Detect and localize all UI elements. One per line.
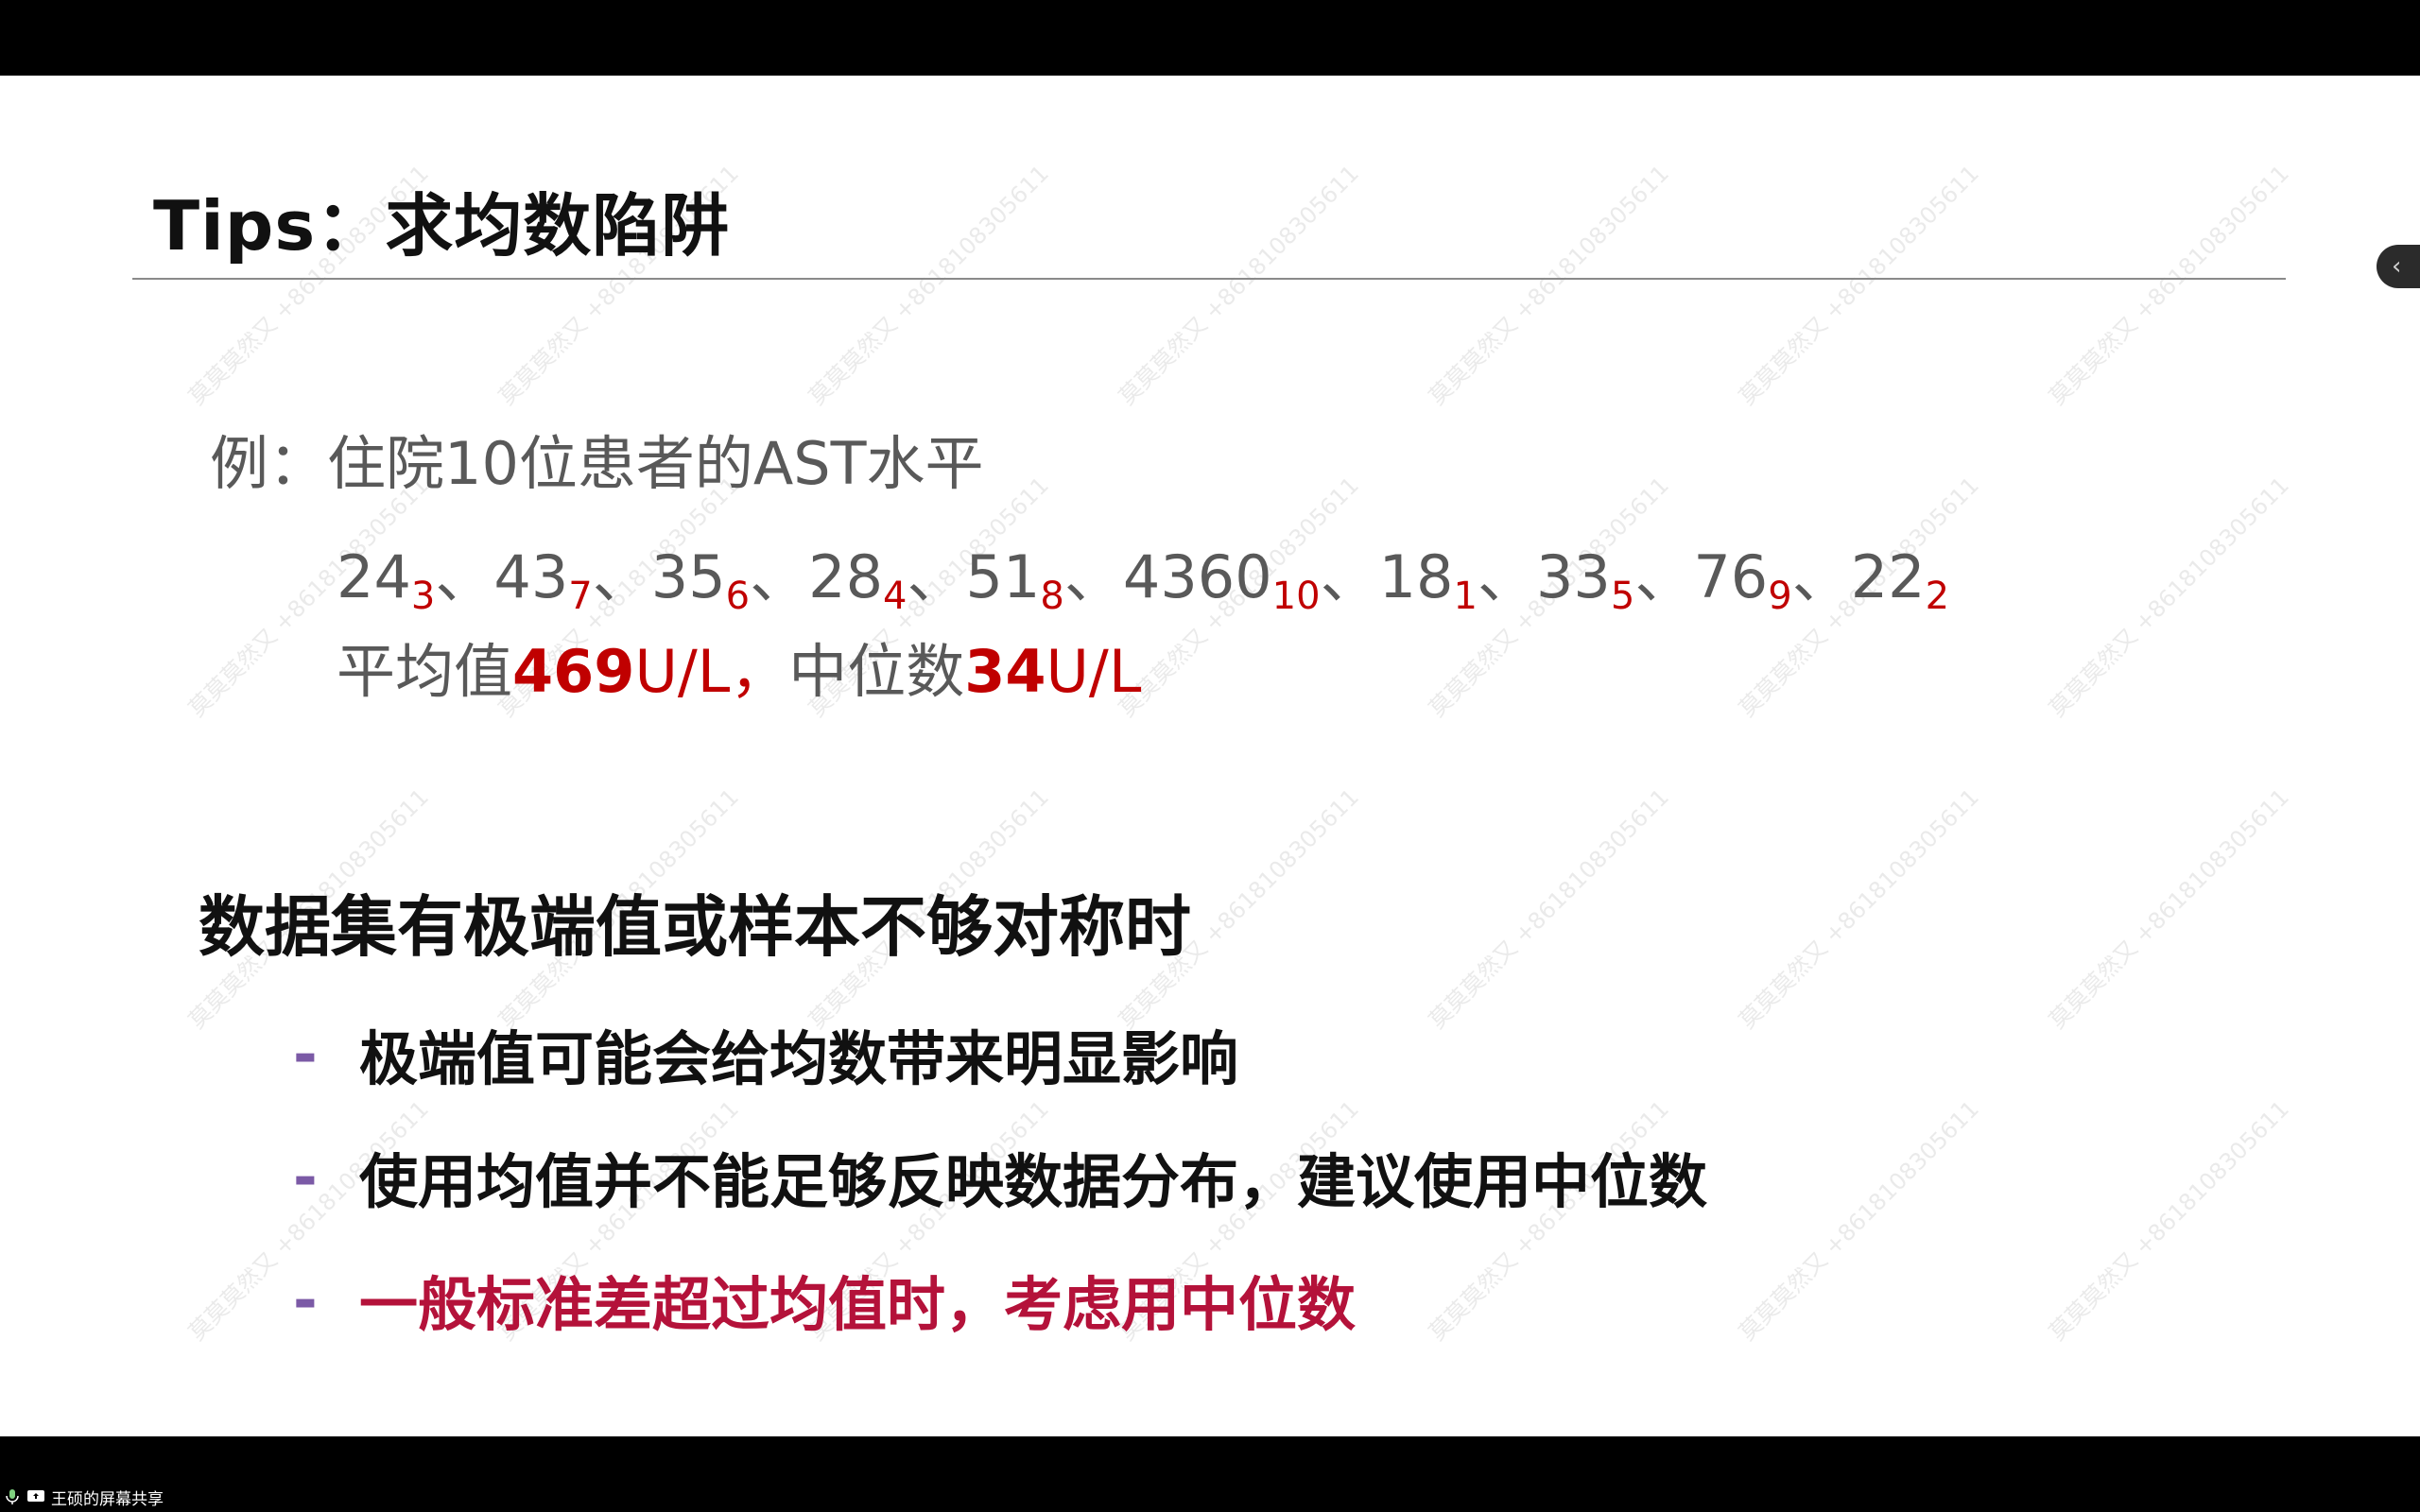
watermark-text: 莫莫莫然又 +8618108305611: [2044, 472, 2294, 723]
bullet-dash: -: [293, 1019, 318, 1089]
section-heading: 数据集有极端值或样本不够对称时: [199, 888, 1191, 966]
watermark-text: 莫莫莫然又 +8618108305611: [1114, 160, 1364, 411]
watermark-text: 莫莫莫然又 +8618108305611: [1734, 160, 1984, 411]
value-separator: 、: [750, 542, 809, 611]
screen-share-indicator[interactable]: 王硕的屏幕共享: [4, 1486, 164, 1509]
data-rank: 6: [725, 575, 751, 618]
data-rank: 1: [1453, 575, 1478, 618]
data-rank: 2: [1925, 575, 1950, 618]
bullet-dash: -: [293, 1142, 318, 1211]
data-value: 35: [650, 542, 726, 611]
screen-share-label: 王硕的屏幕共享: [51, 1489, 164, 1509]
screen-share-icon: [27, 1490, 44, 1502]
title-divider: [132, 278, 2286, 280]
watermark-text: 莫莫莫然又 +8618108305611: [804, 160, 1054, 411]
data-rank: 4: [883, 575, 908, 618]
value-separator: 、: [1063, 542, 1123, 611]
slide-title: Tips：求均数陷阱: [153, 186, 731, 266]
watermark-text: 莫莫莫然又 +8618108305611: [1734, 783, 1984, 1035]
data-rank: 3: [410, 575, 436, 618]
microphone-icon: [6, 1489, 19, 1504]
data-values-line: 243、437、356、284、518、436010、181、335、769、2…: [337, 529, 1949, 618]
value-separator: 、: [1791, 542, 1851, 611]
data-value: 24: [337, 542, 411, 611]
watermark-text: 莫莫莫然又 +8618108305611: [1424, 783, 1674, 1035]
bullet-item-highlight: - 一般标准差超过均值时，考虑用中位数: [293, 1257, 1356, 1342]
value-separator: 、: [435, 542, 494, 611]
data-value: 43: [493, 542, 569, 611]
median-label: 中位数: [788, 637, 965, 706]
value-separator: 、: [907, 542, 966, 611]
chevron-left-icon: ‹: [2392, 252, 2402, 281]
watermark-text: 莫莫莫然又 +8618108305611: [2044, 783, 2294, 1035]
data-value: 33: [1535, 542, 1611, 611]
data-rank: 8: [1040, 575, 1064, 618]
value-separator: 、: [592, 542, 651, 611]
watermark-text: 莫莫莫然又 +8618108305611: [2044, 1095, 2294, 1347]
bullet-dash: -: [293, 1264, 318, 1334]
bullet-text: 一般标准差超过均值时，考虑用中位数: [359, 1270, 1357, 1339]
data-rank: 7: [568, 575, 593, 618]
data-rank: 5: [1610, 575, 1635, 618]
watermark-text: 莫莫莫然又 +8618108305611: [1734, 1095, 1984, 1347]
watermark-text: 莫莫莫然又 +8618108305611: [1424, 160, 1674, 411]
example-text: 例：住院10位患者的AST水平: [210, 429, 984, 498]
data-value: 28: [808, 542, 884, 611]
data-rank: 9: [1768, 575, 1792, 618]
value-separator: 、: [1634, 542, 1694, 611]
mean-label: 平均值: [337, 637, 513, 706]
median-value: 34: [964, 637, 1046, 706]
bullet-text: 极端值可能会给均数带来明显影响: [359, 1024, 1239, 1093]
data-value: 18: [1378, 542, 1454, 611]
summary-line: 平均值469U/L，中位数34U/L: [337, 624, 1141, 709]
presentation-slide: 莫莫莫然又 +8618108305611 莫莫莫然又 +8618108305611…: [0, 76, 2420, 1436]
bottom-black-bar: 王硕的屏幕共享: [0, 1436, 2420, 1512]
bullet-text: 使用均值并不能足够反映数据分布，建议使用中位数: [359, 1147, 1708, 1216]
data-value: 51: [965, 542, 1041, 611]
bullet-item: - 使用均值并不能足够反映数据分布，建议使用中位数: [293, 1134, 1707, 1219]
value-separator: 、: [1477, 542, 1536, 611]
mean-value: 469: [512, 637, 635, 706]
data-value: 76: [1693, 542, 1769, 611]
bullet-item: - 极端值可能会给均数带来明显影响: [293, 1011, 1238, 1096]
data-value: 4360: [1122, 542, 1272, 611]
data-value: 22: [1850, 542, 1926, 611]
collapse-panel-tab[interactable]: ‹: [2377, 245, 2420, 288]
watermark-layer: 莫莫莫然又 +8618108305611 莫莫莫然又 +8618108305611…: [0, 76, 2420, 1436]
top-black-bar: [0, 0, 2420, 76]
data-rank: 10: [1271, 575, 1321, 618]
value-separator: 、: [1320, 542, 1379, 611]
mean-unit: U/L，: [634, 637, 789, 706]
watermark-text: 莫莫莫然又 +8618108305611: [2044, 160, 2294, 411]
median-unit: U/L: [1046, 637, 1142, 706]
